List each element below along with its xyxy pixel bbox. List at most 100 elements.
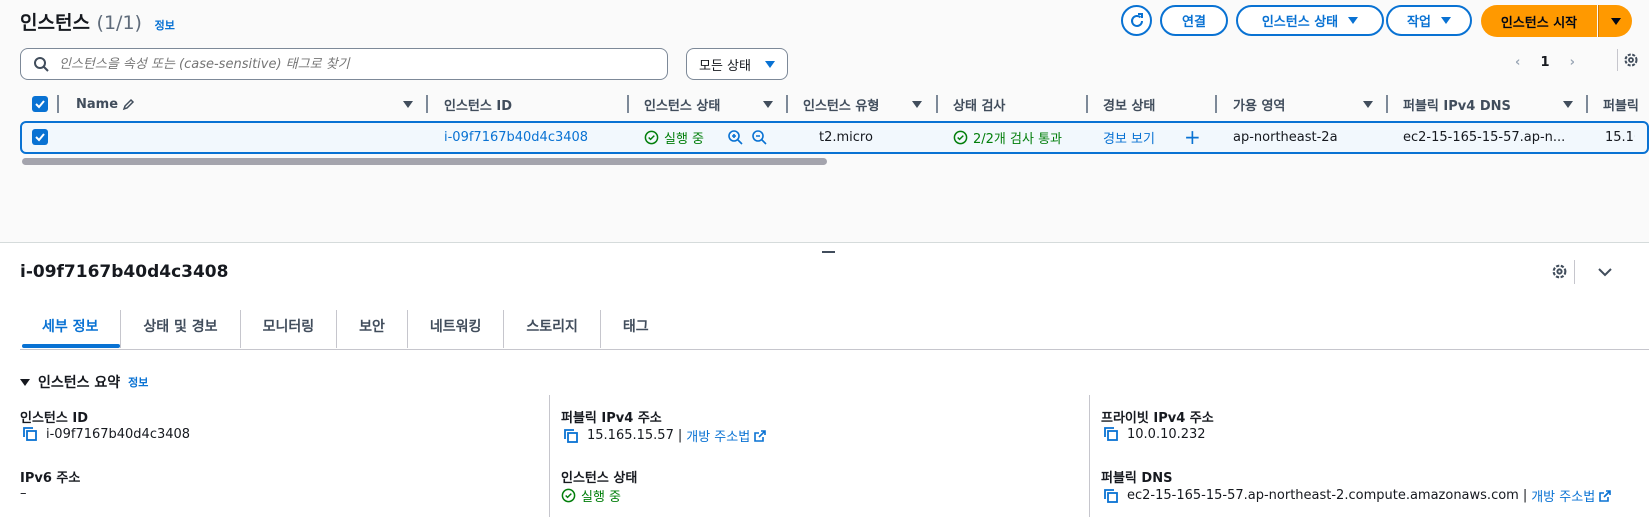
column-separator[interactable] xyxy=(786,95,788,113)
field-value: 실행 중 xyxy=(581,490,622,505)
tab-tags[interactable]: 태그 xyxy=(601,310,671,348)
caret-down-icon xyxy=(1440,17,1451,24)
select-all-checkbox[interactable] xyxy=(32,92,48,116)
row-instance-id-link[interactable]: i-09f7167b40d4c3408 xyxy=(444,127,588,147)
copy-icon[interactable] xyxy=(1103,426,1119,442)
tab-networking[interactable]: 네트워킹 xyxy=(408,310,505,348)
open-address-link[interactable]: 개방 주소법 xyxy=(686,426,750,445)
field-value-group: 15.165.15.57 | 개방 주소법 xyxy=(587,426,766,445)
column-header-id[interactable]: 인스턴스 ID xyxy=(444,92,512,116)
column-header-status-check[interactable]: 상태 검사 xyxy=(953,92,1005,116)
instance-count: (1/1) xyxy=(96,12,142,34)
section-header[interactable]: 인스턴스 요약 정보 xyxy=(20,372,148,392)
info-link[interactable]: 정보 xyxy=(155,19,175,32)
state-filter-select[interactable]: 모든 상태 xyxy=(686,48,788,80)
row-instance-type: t2.micro xyxy=(819,129,873,145)
copy-icon[interactable] xyxy=(563,428,579,444)
column-separator[interactable] xyxy=(1086,95,1088,113)
tab-storage[interactable]: 스토리지 xyxy=(504,310,601,348)
horizontal-scrollbar[interactable] xyxy=(22,158,827,165)
row-status-check: 2/2개 검사 통과 xyxy=(953,127,1062,147)
column-header-label: Name xyxy=(76,96,119,112)
tab-security[interactable]: 보안 xyxy=(337,310,408,348)
gear-icon xyxy=(1624,53,1638,67)
copy-icon[interactable] xyxy=(22,426,38,442)
active-tab-indicator xyxy=(22,344,120,348)
check-icon xyxy=(35,133,45,142)
instance-state-dropdown[interactable]: 인스턴스 상태 xyxy=(1236,5,1384,36)
success-icon xyxy=(644,130,659,144)
column-header-label: 퍼블릭 xyxy=(1603,98,1639,114)
tab-details[interactable]: 세부 정보 xyxy=(20,310,122,348)
open-address-link[interactable]: 개방 주소법 xyxy=(1531,486,1595,505)
detail-preferences-button[interactable] xyxy=(1551,263,1568,284)
search-box[interactable] xyxy=(20,48,668,80)
row-availability-zone: ap-northeast-2a xyxy=(1233,129,1338,145)
tab-monitoring[interactable]: 모니터링 xyxy=(241,310,338,348)
column-separator[interactable] xyxy=(1386,95,1388,113)
caret-down-icon xyxy=(20,378,30,386)
column-header-dns[interactable]: 퍼블릭 IPv4 DNS xyxy=(1403,92,1511,116)
field-private-ipv4: 10.0.10.232 xyxy=(1103,426,1206,442)
launch-dropdown-button[interactable] xyxy=(1598,5,1632,37)
column-header-type[interactable]: 인스턴스 유형 xyxy=(803,92,879,116)
separator: | xyxy=(677,428,683,443)
add-alarm-icon[interactable]: + xyxy=(1184,125,1201,149)
external-link-icon[interactable] xyxy=(754,429,766,442)
resize-handle[interactable] xyxy=(822,251,835,253)
tab-divider xyxy=(20,349,1649,350)
launch-instances-button[interactable]: 인스턴스 시작 xyxy=(1481,5,1597,37)
refresh-icon xyxy=(1130,12,1143,27)
column-header-state[interactable]: 인스턴스 상태 xyxy=(644,92,720,116)
column-separator[interactable] xyxy=(1586,95,1588,113)
page-title: 인스턴스 (1/1) 정보 xyxy=(20,8,175,35)
edit-icon xyxy=(122,98,135,111)
refresh-button[interactable] xyxy=(1121,5,1152,36)
success-icon xyxy=(561,488,576,503)
gear-icon xyxy=(1552,264,1567,279)
sort-caret-icon[interactable] xyxy=(1363,101,1373,108)
page-number[interactable]: 1 xyxy=(1540,55,1549,70)
state-filter-value: 모든 상태 xyxy=(699,58,751,74)
sort-caret-icon[interactable] xyxy=(1563,101,1573,108)
sort-caret-icon[interactable] xyxy=(912,101,922,108)
zoom-in-icon[interactable] xyxy=(727,127,743,147)
column-header-label: 인스턴스 상태 xyxy=(644,98,721,114)
row-checkbox[interactable] xyxy=(32,127,48,147)
zoom-out-icon[interactable] xyxy=(751,127,767,147)
field-label: 프라이빗 IPv4 주소 xyxy=(1101,411,1214,426)
chevron-right-icon[interactable]: › xyxy=(1570,55,1575,70)
row-status-check-text: 2/2개 검사 통과 xyxy=(973,131,1062,147)
actions-dropdown[interactable]: 작업 xyxy=(1386,5,1472,36)
field-value: 10.0.10.232 xyxy=(1127,426,1206,442)
column-header-public-ip[interactable]: 퍼블릭 xyxy=(1603,92,1639,116)
external-link-icon[interactable] xyxy=(1599,489,1611,502)
column-separator[interactable] xyxy=(1215,95,1217,113)
field-label: 인스턴스 ID xyxy=(20,411,88,426)
column-header-az[interactable]: 가용 영역 xyxy=(1233,92,1285,116)
field-value: i-09f7167b40d4c3408 xyxy=(46,426,191,442)
field-instance-state: 실행 중 xyxy=(561,486,621,505)
connect-button[interactable]: 연결 xyxy=(1160,5,1228,36)
table-preferences-button[interactable] xyxy=(1617,49,1639,71)
info-link[interactable]: 정보 xyxy=(128,374,148,390)
copy-icon[interactable] xyxy=(1103,488,1119,504)
tab-status-alarms[interactable]: 상태 및 경보 xyxy=(121,310,241,348)
success-icon xyxy=(953,130,968,144)
column-separator[interactable] xyxy=(57,95,59,113)
column-separator[interactable] xyxy=(426,95,428,113)
field-value: 15.165.15.57 xyxy=(587,428,674,443)
sort-caret-icon[interactable] xyxy=(403,101,413,108)
collapse-button[interactable] xyxy=(1597,265,1613,283)
caret-down-icon xyxy=(1348,17,1359,24)
sort-caret-icon[interactable] xyxy=(763,101,773,108)
column-separator[interactable] xyxy=(936,95,938,113)
search-input[interactable] xyxy=(59,56,619,72)
column-header-name[interactable]: Name xyxy=(76,92,136,116)
column-separator[interactable] xyxy=(627,95,629,113)
chevron-left-icon[interactable]: ‹ xyxy=(1515,55,1520,70)
field-label: 퍼블릭 IPv4 주소 xyxy=(561,411,662,426)
field-label: IPv6 주소 xyxy=(20,471,81,486)
column-header-alarm[interactable]: 경보 상태 xyxy=(1103,92,1155,116)
row-view-alarms-link[interactable]: 경보 보기 xyxy=(1103,127,1155,147)
